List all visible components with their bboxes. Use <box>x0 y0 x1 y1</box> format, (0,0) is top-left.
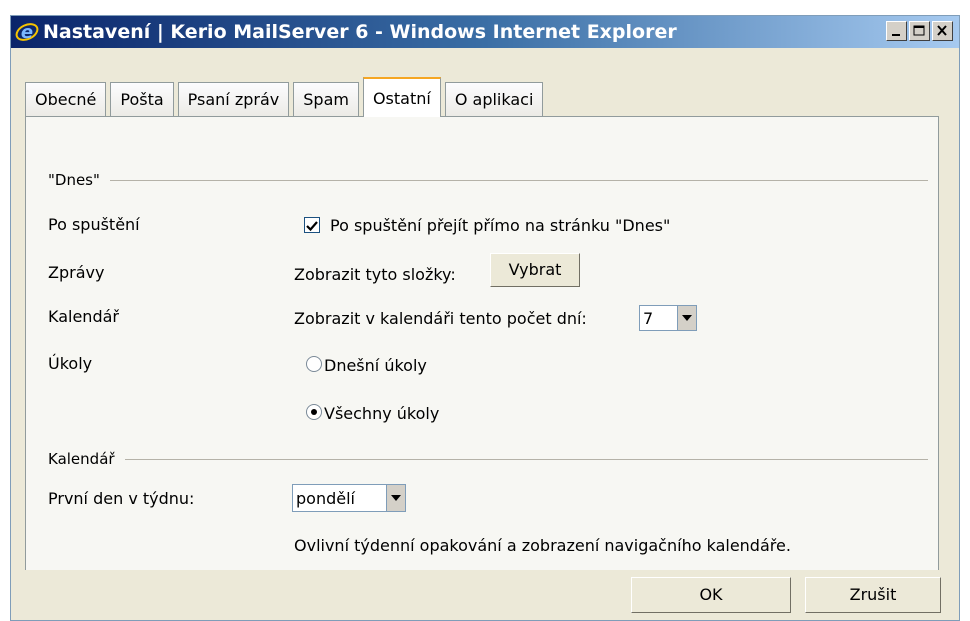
all-tasks-radio[interactable] <box>306 404 322 420</box>
startup-checkbox[interactable] <box>304 217 320 233</box>
select-folders-button[interactable]: Vybrat <box>490 253 580 287</box>
calendar-section-header: Kalendář <box>48 450 928 468</box>
ok-button[interactable]: OK <box>631 577 791 613</box>
first-day-value: pondělí <box>296 488 355 508</box>
today-section-title: "Dnes" <box>48 171 100 189</box>
first-day-label: První den v týdnu: <box>48 489 195 508</box>
browser-window: e Nastavení | Kerio MailServer 6 - Windo… <box>10 15 960 621</box>
today-tasks-label[interactable]: Dnešní úkoly <box>324 356 427 375</box>
checkmark-icon <box>306 221 318 232</box>
startup-checkbox-label[interactable]: Po spuštění přejít přímo na stránku "Dne… <box>330 216 670 235</box>
internet-explorer-icon: e <box>15 20 39 44</box>
dropdown-arrow-icon[interactable] <box>677 306 696 330</box>
messages-label: Zprávy <box>48 263 105 282</box>
dropdown-arrow-icon[interactable] <box>386 485 405 511</box>
cancel-button[interactable]: Zrušit <box>805 577 941 613</box>
show-folders-text: Zobrazit tyto složky: <box>294 265 456 284</box>
maximize-button[interactable] <box>909 21 930 41</box>
tab-spam[interactable]: Spam <box>293 82 359 116</box>
dialog-footer: OK Zrušit <box>11 570 959 620</box>
window-title: Nastavení | Kerio MailServer 6 - Windows… <box>43 21 677 43</box>
tasks-label: Úkoly <box>48 354 93 373</box>
calendar-days-text: Zobrazit v kalendáři tento počet dní: <box>294 309 587 328</box>
calendar-days-select[interactable]: 7 <box>639 305 697 331</box>
calendar-label: Kalendář <box>48 307 119 326</box>
first-day-select[interactable]: pondělí <box>292 484 406 512</box>
dialog-body: Obecné Pošta Psaní zpráv Spam Ostatní O … <box>11 48 959 620</box>
calendar-section-title: Kalendář <box>48 450 115 468</box>
first-day-note: Ovlivní týdenní opakování a zobrazení na… <box>294 536 791 555</box>
today-section-header: "Dnes" <box>48 171 928 189</box>
section-divider <box>109 179 928 181</box>
tab-mail[interactable]: Pošta <box>110 82 174 116</box>
all-tasks-label[interactable]: Všechny úkoly <box>324 404 439 423</box>
section-divider <box>124 458 928 460</box>
tab-other[interactable]: Ostatní <box>362 77 441 117</box>
title-bar: e Nastavení | Kerio MailServer 6 - Windo… <box>11 16 959 48</box>
settings-panel: "Dnes" Po spuštění Po spuštění přejít př… <box>25 116 939 600</box>
tab-bar: Obecné Pošta Psaní zpráv Spam Ostatní O … <box>25 76 547 117</box>
svg-text:e: e <box>21 22 33 43</box>
startup-label: Po spuštění <box>48 215 140 234</box>
tab-about[interactable]: O aplikaci <box>444 82 544 116</box>
tab-compose[interactable]: Psaní zpráv <box>177 82 290 116</box>
calendar-days-value: 7 <box>643 308 654 328</box>
minimize-button[interactable] <box>886 21 907 41</box>
tab-general[interactable]: Obecné <box>25 82 107 116</box>
today-tasks-radio[interactable] <box>306 356 322 372</box>
radio-selected-dot <box>311 409 317 415</box>
close-button[interactable] <box>932 21 953 41</box>
